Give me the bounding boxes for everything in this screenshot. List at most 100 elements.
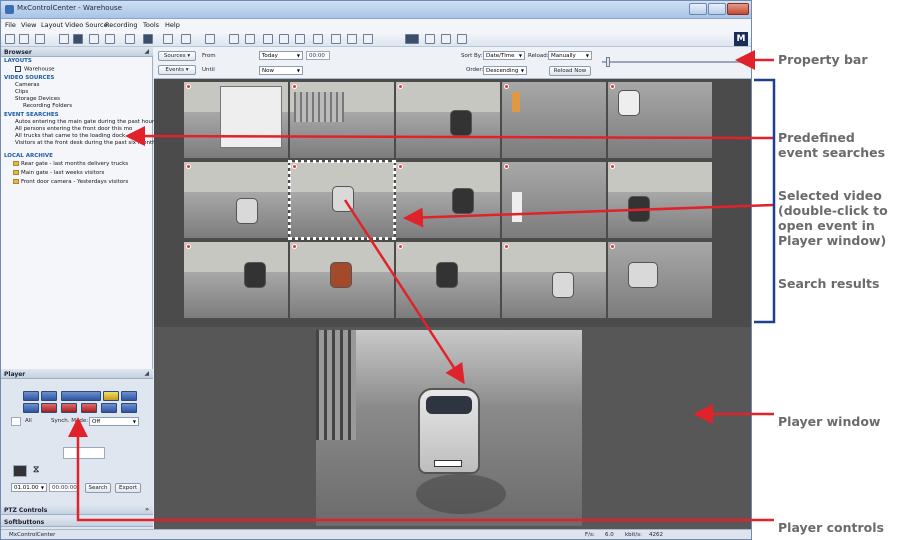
slider-handle[interactable] [606, 57, 610, 67]
archive-item[interactable]: Main gate - last weeks visitors [13, 170, 104, 176]
prev-event-button[interactable] [41, 391, 57, 401]
menu-view[interactable]: View [21, 21, 36, 29]
result-thumbnail[interactable] [184, 82, 288, 158]
export-button[interactable]: Export [115, 483, 141, 493]
archive-item[interactable]: Front door camera - Yesterdays visitors [13, 179, 128, 185]
menu-tools[interactable]: Tools [143, 21, 159, 29]
time-field[interactable]: 00:00:00 [49, 483, 79, 492]
link-icon[interactable] [73, 34, 83, 44]
menu-layout[interactable]: Layout [41, 21, 63, 29]
crop-icon[interactable] [163, 34, 173, 44]
result-thumbnail[interactable] [184, 162, 288, 238]
event-search-item[interactable]: All persons entering the front door this… [15, 126, 132, 132]
until-select[interactable]: Now [259, 66, 303, 75]
print-icon[interactable] [245, 34, 255, 44]
sources-button[interactable]: Sources ▾ [158, 51, 196, 61]
order-select[interactable]: Descending [483, 66, 527, 75]
move-icon[interactable] [347, 34, 357, 44]
wrench-icon[interactable] [425, 34, 435, 44]
windows-icon[interactable] [295, 34, 305, 44]
reload-select[interactable]: Manually [548, 51, 592, 60]
menu-help[interactable]: Help [165, 21, 180, 29]
tree-item-clips[interactable]: Clips [15, 89, 28, 95]
from-time-field[interactable]: 00:00 [306, 51, 330, 60]
stop-button[interactable] [61, 403, 77, 413]
info-icon[interactable] [441, 34, 451, 44]
pin-icon[interactable]: ◢ [144, 370, 149, 377]
grid-view-icon[interactable] [59, 34, 69, 44]
archive-item[interactable]: Rear gate - last months delivery trucks [13, 161, 128, 167]
snapshot-icon[interactable] [13, 465, 27, 477]
pin-icon[interactable]: ◢ [144, 48, 149, 55]
tree-item-warehouse[interactable]: Warehouse [15, 66, 55, 73]
result-thumbnail[interactable] [502, 162, 606, 238]
sort-by-select[interactable]: Date/Time [483, 51, 525, 60]
result-thumbnail[interactable] [396, 162, 500, 238]
monitor-icon[interactable] [181, 34, 191, 44]
filter-icon[interactable]: ⧖ [33, 465, 39, 475]
menu-video-source[interactable]: Video Source [65, 21, 108, 29]
window-icon[interactable] [279, 34, 289, 44]
save-icon[interactable] [19, 34, 29, 44]
step-back-button[interactable] [41, 403, 57, 413]
softbuttons-header[interactable]: Softbuttons [1, 517, 153, 527]
pin-icon[interactable]: » [145, 506, 149, 513]
help-icon[interactable] [457, 34, 467, 44]
close-button[interactable] [727, 3, 749, 15]
tree-item-storage-devices[interactable]: Storage Devices [15, 96, 60, 102]
synch-mode-select[interactable]: Off [89, 417, 139, 426]
date-select[interactable]: 01.01.00 [11, 483, 47, 492]
tree-item-recording-folders[interactable]: Recording Folders [23, 103, 72, 109]
step-forward-button[interactable] [81, 403, 97, 413]
result-thumbnail[interactable] [396, 82, 500, 158]
quad-view-icon[interactable] [105, 34, 115, 44]
columns-icon[interactable] [89, 34, 99, 44]
display-icon[interactable] [205, 34, 215, 44]
menu-file[interactable]: File [5, 21, 16, 29]
result-thumbnail[interactable] [608, 162, 712, 238]
result-thumbnail[interactable] [290, 82, 394, 158]
copy-icon[interactable] [263, 34, 273, 44]
camera-icon[interactable] [143, 34, 153, 44]
refresh-icon[interactable] [35, 34, 45, 44]
rect-icon[interactable] [363, 34, 373, 44]
layout-icon[interactable] [125, 34, 135, 44]
last-frame-button[interactable] [121, 391, 137, 401]
ptz-header[interactable]: PTZ Controls » [1, 505, 153, 515]
result-thumbnail[interactable] [502, 82, 606, 158]
minimize-button[interactable] [689, 3, 707, 15]
video-frame[interactable] [316, 330, 582, 526]
grid-icon[interactable] [229, 34, 239, 44]
search-button[interactable]: Search [85, 483, 111, 493]
result-thumbnail[interactable] [290, 242, 394, 318]
maximize-button[interactable] [708, 3, 726, 15]
event-search-item[interactable]: All trucks that came to the loading dock [15, 133, 125, 139]
from-select[interactable]: Today [259, 51, 303, 60]
new-layout-icon[interactable] [5, 34, 15, 44]
events-button[interactable]: Events ▾ [158, 65, 196, 75]
menu-recording[interactable]: Recording [105, 21, 138, 29]
video-sources-header[interactable]: VIDEO SOURCES [4, 75, 54, 81]
layouts-header[interactable]: LAYOUTS [4, 58, 32, 64]
first-frame-button[interactable] [23, 391, 39, 401]
zoom-icon[interactable] [331, 34, 341, 44]
reload-now-button[interactable]: Reload Now [549, 66, 591, 76]
fast-forward-button[interactable] [101, 403, 117, 413]
all-checkbox[interactable] [11, 417, 21, 426]
event-searches-header[interactable]: EVENT SEARCHES [4, 112, 59, 118]
event-search-item[interactable]: Autos entering the main gate during the … [15, 119, 154, 125]
size-slider[interactable] [602, 61, 742, 63]
event-search-item[interactable]: Visitors at the front desk during the pa… [15, 140, 159, 146]
local-archive-header[interactable]: LOCAL ARCHIVE [4, 153, 53, 159]
pause-button[interactable] [103, 391, 119, 401]
play-button[interactable] [61, 391, 101, 401]
result-thumbnail[interactable] [396, 242, 500, 318]
power-icon[interactable] [405, 34, 419, 44]
result-thumbnail[interactable] [502, 242, 606, 318]
end-button[interactable] [121, 403, 137, 413]
tree-item-cameras[interactable]: Cameras [15, 82, 39, 88]
result-thumbnail[interactable] [608, 82, 712, 158]
back-icon[interactable] [313, 34, 323, 44]
result-thumbnail[interactable] [608, 242, 712, 318]
rewind-button[interactable] [23, 403, 39, 413]
